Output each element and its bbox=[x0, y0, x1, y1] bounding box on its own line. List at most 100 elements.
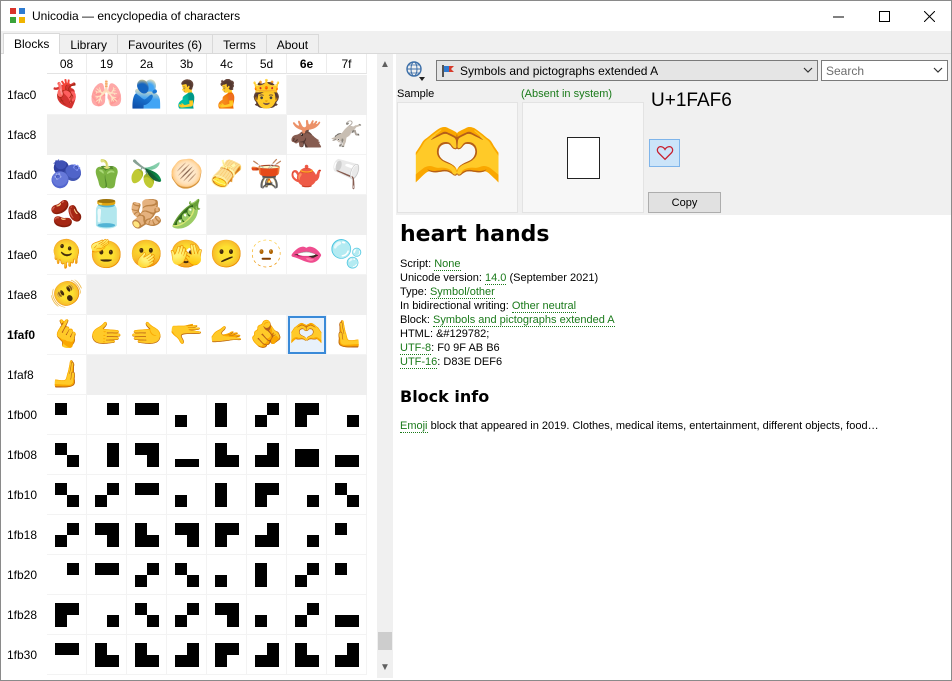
character-cell[interactable]: 🫥 bbox=[247, 235, 287, 275]
tab-about[interactable]: About bbox=[265, 34, 320, 54]
character-cell[interactable] bbox=[127, 635, 167, 675]
utf8-link[interactable]: UTF-8 bbox=[400, 342, 432, 355]
character-cell[interactable]: 🫲 bbox=[127, 315, 167, 355]
block-select[interactable]: Symbols and pictographs extended A bbox=[436, 60, 818, 81]
character-cell[interactable] bbox=[287, 555, 327, 595]
type-link[interactable]: Symbol/other bbox=[429, 286, 495, 299]
character-cell[interactable]: 🫐 bbox=[47, 155, 87, 195]
character-cell[interactable]: 🫁 bbox=[87, 75, 127, 115]
character-cell[interactable] bbox=[207, 555, 247, 595]
character-cell[interactable] bbox=[247, 515, 287, 555]
character-cell[interactable]: 🫨 bbox=[47, 275, 87, 315]
character-cell[interactable] bbox=[127, 475, 167, 515]
character-cell[interactable] bbox=[127, 435, 167, 475]
tab-favourites[interactable]: Favourites (6) bbox=[117, 34, 214, 54]
character-cell[interactable]: 🫙 bbox=[87, 195, 127, 235]
scrollbar-thumb[interactable] bbox=[378, 632, 392, 650]
character-cell[interactable]: 🫒 bbox=[127, 155, 167, 195]
character-cell[interactable]: 🫘 bbox=[47, 195, 87, 235]
close-button[interactable] bbox=[906, 1, 952, 31]
character-cell[interactable]: 🫷 bbox=[327, 315, 367, 355]
script-link[interactable]: None bbox=[434, 258, 461, 271]
character-cell[interactable] bbox=[247, 395, 287, 435]
character-cell[interactable] bbox=[47, 595, 87, 635]
tab-library[interactable]: Library bbox=[59, 34, 119, 54]
character-cell[interactable]: 🫡 bbox=[87, 235, 127, 275]
character-cell[interactable]: 🫔 bbox=[207, 155, 247, 195]
character-cell[interactable] bbox=[327, 435, 367, 475]
character-cell[interactable] bbox=[287, 595, 327, 635]
character-cell[interactable] bbox=[247, 435, 287, 475]
character-cell[interactable] bbox=[47, 635, 87, 675]
emoji-link[interactable]: Emoji bbox=[400, 420, 428, 433]
globe-font-icon[interactable] bbox=[404, 59, 428, 83]
character-cell[interactable]: 🫏 bbox=[327, 115, 367, 155]
character-cell[interactable]: 🫴 bbox=[207, 315, 247, 355]
search-input[interactable]: Search bbox=[821, 60, 948, 81]
character-cell[interactable]: 🫎 bbox=[287, 115, 327, 155]
favourite-button[interactable] bbox=[649, 139, 680, 167]
character-cell[interactable] bbox=[287, 395, 327, 435]
character-cell[interactable]: 🫢 bbox=[127, 235, 167, 275]
character-cell[interactable] bbox=[87, 555, 127, 595]
character-cell[interactable]: 🫠 bbox=[47, 235, 87, 275]
character-cell[interactable] bbox=[87, 435, 127, 475]
minimize-button[interactable] bbox=[815, 1, 861, 31]
character-cell[interactable] bbox=[127, 515, 167, 555]
character-cell[interactable] bbox=[207, 515, 247, 555]
character-cell[interactable]: 🫑 bbox=[87, 155, 127, 195]
character-cell[interactable] bbox=[87, 395, 127, 435]
character-cell[interactable] bbox=[87, 635, 127, 675]
character-cell[interactable]: 🫚 bbox=[127, 195, 167, 235]
character-cell[interactable] bbox=[167, 595, 207, 635]
character-cell[interactable] bbox=[207, 635, 247, 675]
block-link[interactable]: Symbols and pictographs extended A bbox=[433, 314, 615, 327]
character-cell[interactable]: 🫧 bbox=[327, 235, 367, 275]
character-cell[interactable] bbox=[47, 555, 87, 595]
character-cell[interactable] bbox=[127, 555, 167, 595]
character-cell[interactable]: 🫃 bbox=[167, 75, 207, 115]
character-cell[interactable]: 🫶 bbox=[287, 315, 327, 355]
character-cell[interactable]: 🫗 bbox=[327, 155, 367, 195]
character-cell[interactable] bbox=[167, 515, 207, 555]
character-cell[interactable]: 🫸 bbox=[47, 355, 87, 395]
character-cell[interactable]: 🫅 bbox=[247, 75, 287, 115]
chevron-down-icon[interactable] bbox=[932, 64, 944, 76]
character-cell[interactable] bbox=[287, 635, 327, 675]
character-cell[interactable] bbox=[247, 595, 287, 635]
character-cell[interactable] bbox=[207, 595, 247, 635]
character-cell[interactable] bbox=[167, 435, 207, 475]
character-cell[interactable] bbox=[327, 595, 367, 635]
character-cell[interactable] bbox=[47, 435, 87, 475]
character-cell[interactable] bbox=[47, 475, 87, 515]
character-cell[interactable]: 🫀 bbox=[47, 75, 87, 115]
character-grid[interactable]: 08 19 2a 3b 4c 5d 6e 7f 1fac0 🫀 🫁 🫂 🫃 🫄 🫅 1fac8 🫎 🫏 1fad0 🫐… bbox=[3, 54, 377, 678]
copy-button[interactable]: Copy bbox=[648, 192, 721, 213]
grid-scrollbar[interactable]: ▲ ▼ bbox=[377, 54, 393, 678]
character-cell[interactable]: 🫖 bbox=[287, 155, 327, 195]
character-cell[interactable] bbox=[327, 515, 367, 555]
character-cell[interactable] bbox=[127, 395, 167, 435]
character-cell[interactable]: 🫛 bbox=[167, 195, 207, 235]
character-cell[interactable] bbox=[287, 475, 327, 515]
character-cell[interactable] bbox=[327, 475, 367, 515]
bidi-link[interactable]: Other neutral bbox=[511, 300, 577, 313]
character-cell[interactable] bbox=[247, 555, 287, 595]
character-cell[interactable] bbox=[47, 395, 87, 435]
version-link[interactable]: 14.0 bbox=[485, 272, 507, 285]
character-cell[interactable] bbox=[207, 475, 247, 515]
character-cell[interactable] bbox=[247, 475, 287, 515]
character-cell[interactable]: 🫤 bbox=[207, 235, 247, 275]
character-cell[interactable] bbox=[47, 515, 87, 555]
character-cell[interactable] bbox=[167, 635, 207, 675]
character-cell[interactable] bbox=[327, 395, 367, 435]
character-cell[interactable] bbox=[327, 555, 367, 595]
character-cell[interactable] bbox=[87, 515, 127, 555]
maximize-button[interactable] bbox=[861, 1, 907, 31]
character-cell[interactable]: 🫱 bbox=[87, 315, 127, 355]
character-cell[interactable] bbox=[167, 475, 207, 515]
character-cell[interactable] bbox=[207, 435, 247, 475]
tab-terms[interactable]: Terms bbox=[212, 34, 267, 54]
character-cell[interactable] bbox=[287, 515, 327, 555]
character-cell[interactable]: 🫳 bbox=[167, 315, 207, 355]
